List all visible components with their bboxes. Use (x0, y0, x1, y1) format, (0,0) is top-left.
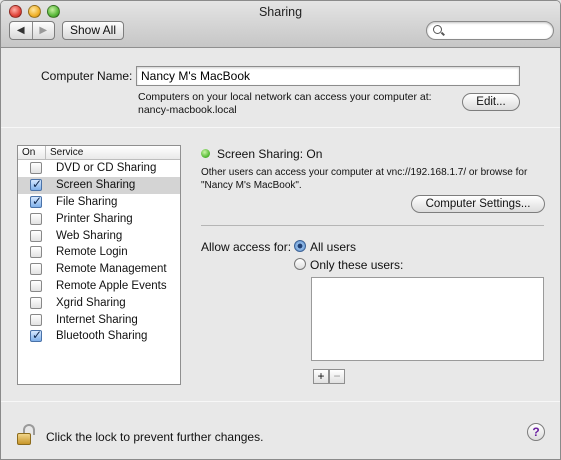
service-description: Other users can access your computer at … (201, 167, 528, 191)
computer-name-note: Computers on your local network can acce… (138, 91, 432, 116)
sharing-window: Sharing ◀ ▶ Show All Computer Name: Comp… (0, 0, 561, 460)
service-status: Screen Sharing: On (217, 147, 323, 161)
service-checkbox[interactable] (30, 162, 42, 175)
only-these-users-label[interactable]: Only these users: (310, 258, 403, 272)
service-label: Screen Sharing (56, 179, 136, 192)
services-table-header: On Service (18, 146, 180, 160)
only-these-users-radio[interactable] (294, 258, 306, 270)
footer-divider (1, 401, 560, 402)
service-row[interactable]: DVD or CD Sharing (18, 160, 180, 177)
service-label: Printer Sharing (56, 212, 133, 225)
service-checkbox[interactable] (30, 328, 42, 343)
edit-button[interactable]: Edit... (462, 93, 520, 111)
service-checkbox[interactable] (30, 212, 42, 225)
service-label: File Sharing (56, 195, 118, 208)
service-label: Remote Login (56, 246, 128, 259)
services-list: DVD or CD Sharing Screen Sharing File Shar… (18, 160, 180, 345)
service-row[interactable]: Bluetooth Sharing (18, 328, 180, 345)
service-row[interactable]: Web Sharing (18, 227, 180, 244)
service-checkbox[interactable] (30, 263, 42, 276)
lock-icon[interactable] (17, 424, 37, 446)
service-checkbox[interactable] (30, 296, 42, 309)
back-arrow-icon[interactable]: ◀ (10, 22, 32, 39)
service-checkbox[interactable] (30, 246, 42, 259)
service-row[interactable]: Screen Sharing (18, 176, 180, 194)
search-field[interactable] (426, 21, 554, 40)
service-row[interactable]: File Sharing (18, 194, 180, 211)
add-user-button[interactable]: + (313, 369, 329, 384)
allow-access-label: Allow access for: (201, 240, 292, 254)
service-row[interactable]: Remote Apple Events (18, 278, 180, 295)
lock-message: Click the lock to prevent further change… (46, 430, 264, 444)
service-checkbox[interactable] (30, 194, 42, 208)
service-row[interactable]: Printer Sharing (18, 210, 180, 227)
status-indicator-icon (201, 149, 210, 158)
service-label: Xgrid Sharing (56, 296, 126, 309)
service-label: Bluetooth Sharing (56, 330, 148, 343)
service-label: Web Sharing (56, 229, 123, 242)
service-checkbox[interactable] (30, 229, 42, 242)
window-title: Sharing (258, 5, 303, 19)
service-label: Remote Management (56, 263, 167, 276)
column-header-on[interactable]: On (18, 146, 46, 159)
service-row[interactable]: Internet Sharing (18, 311, 180, 328)
service-checkbox[interactable] (30, 177, 42, 192)
remove-user-button[interactable]: − (329, 369, 345, 384)
allowed-users-list[interactable] (311, 277, 544, 361)
service-row[interactable]: Remote Login (18, 244, 180, 261)
service-label: Remote Apple Events (56, 279, 167, 292)
service-label: Internet Sharing (56, 313, 138, 326)
service-row[interactable]: Xgrid Sharing (18, 294, 180, 311)
service-row[interactable]: Remote Management (18, 261, 180, 278)
service-label: DVD or CD Sharing (56, 162, 157, 175)
section-divider (1, 127, 560, 128)
search-icon (433, 25, 442, 34)
service-checkbox[interactable] (30, 313, 42, 326)
computer-settings-button[interactable]: Computer Settings... (411, 195, 545, 213)
back-forward-control: ◀ ▶ (9, 21, 55, 40)
all-users-radio[interactable] (294, 240, 306, 252)
title-bar: Sharing ◀ ▶ Show All (1, 1, 560, 48)
all-users-label[interactable]: All users (310, 240, 356, 254)
service-checkbox[interactable] (30, 279, 42, 292)
help-button[interactable]: ? (527, 423, 545, 441)
detail-divider (201, 225, 544, 226)
services-table: On Service DVD or CD Sharing Screen Shari… (17, 145, 181, 385)
forward-arrow-icon[interactable]: ▶ (31, 22, 55, 39)
computer-name-label: Computer Name: (41, 69, 133, 83)
column-header-service[interactable]: Service (46, 146, 83, 159)
show-all-button[interactable]: Show All (62, 21, 124, 40)
computer-name-input[interactable] (136, 66, 520, 86)
